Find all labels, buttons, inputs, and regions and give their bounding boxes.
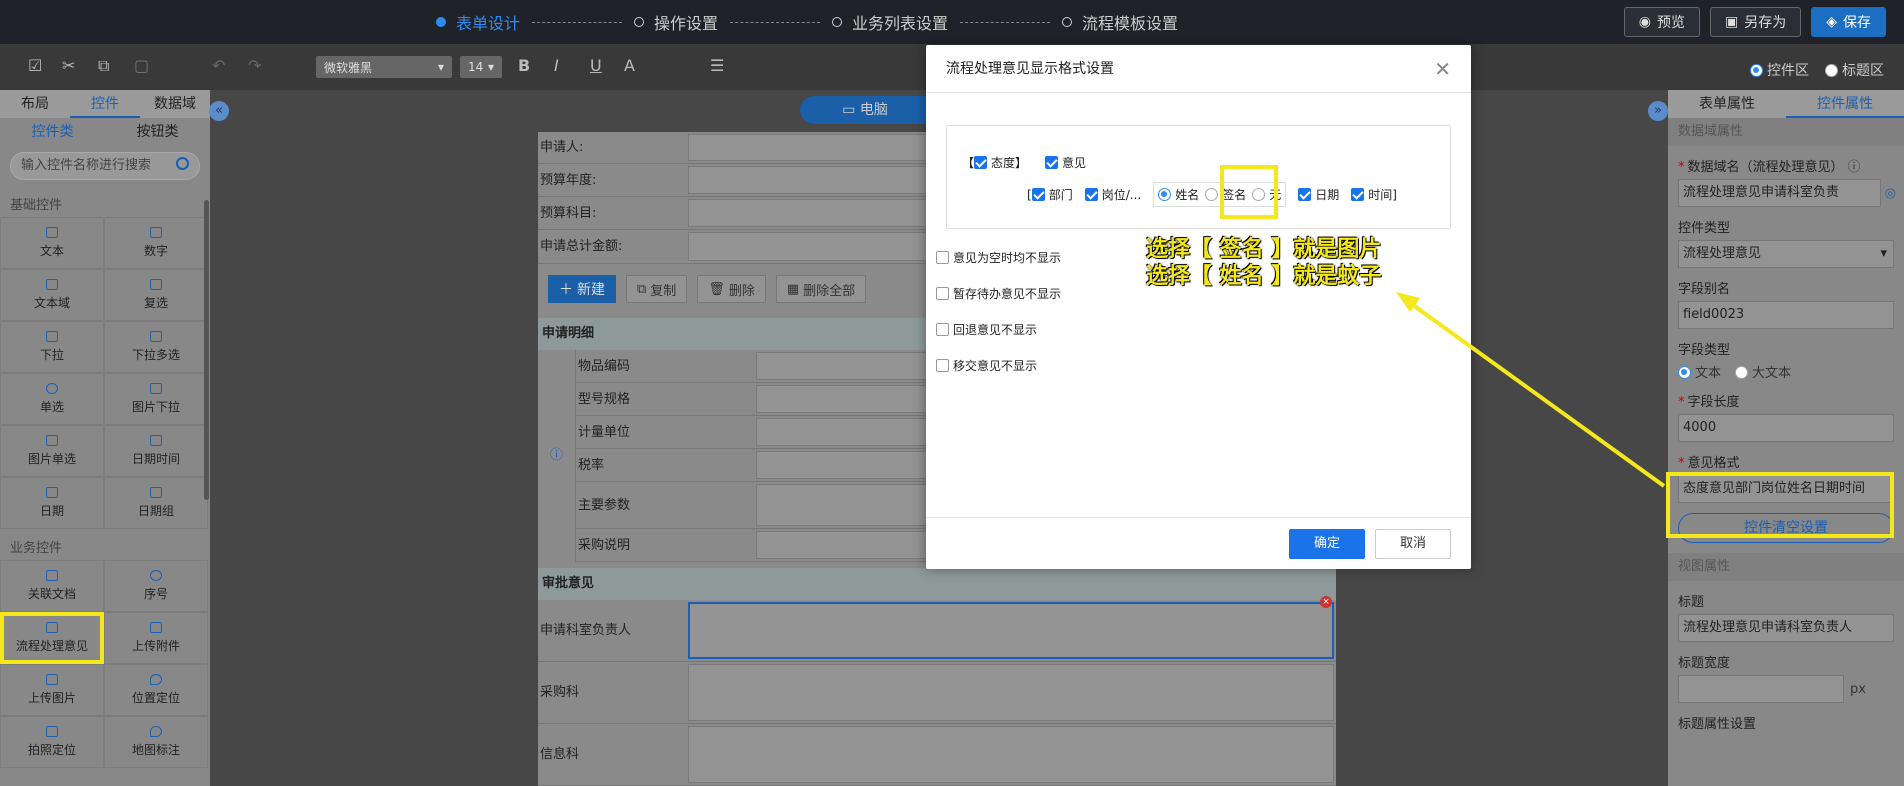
arrow-line — [1404, 298, 1666, 488]
annotation-arrow — [1396, 292, 1666, 488]
